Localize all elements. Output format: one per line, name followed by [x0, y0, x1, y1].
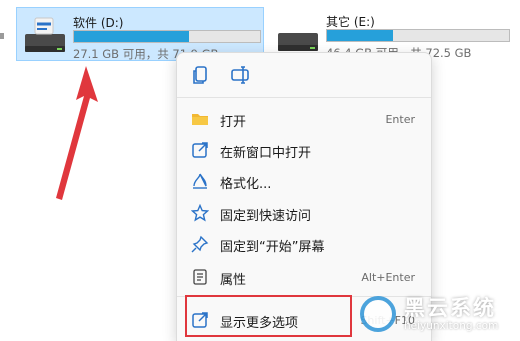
folder-icon	[192, 114, 208, 125]
menu-item-open-new-window[interactable]: 在新窗口中打开	[181, 135, 427, 165]
menu-item-label: 格式化...	[220, 177, 272, 192]
drive-name: 软件 (D:)	[73, 16, 124, 30]
drive-name: 其它 (E:)	[326, 15, 375, 29]
drive-usage-bar	[326, 29, 510, 42]
menu-item-label: 固定到快速访问	[220, 209, 312, 224]
menu-item-pin-quick-access[interactable]: 固定到快速访问	[181, 198, 427, 228]
format-icon	[193, 173, 207, 189]
watermark: 黑云系统 heiyunxitong.com	[356, 290, 520, 341]
highlight-box	[185, 295, 352, 337]
copy-icon	[193, 66, 207, 84]
quick-actions-row	[177, 53, 431, 97]
star-icon	[191, 204, 209, 222]
menu-item-open[interactable]: 打开 Enter	[181, 104, 427, 134]
menu-item-shortcut: Enter	[385, 113, 415, 126]
menu-item-shortcut: Alt+Enter	[361, 271, 415, 284]
drive-usage-fill	[74, 31, 190, 42]
drive-usage-bar	[73, 30, 261, 43]
rename-icon	[231, 66, 249, 84]
menu-separator	[177, 97, 431, 98]
menu-item-label: 固定到“开始”屏幕	[220, 240, 325, 255]
edge-fragment	[0, 33, 4, 39]
menu-item-format[interactable]: 格式化...	[181, 166, 427, 196]
menu-item-pin-start[interactable]: 固定到“开始”屏幕	[181, 229, 427, 259]
open-new-window-icon	[192, 142, 208, 158]
menu-item-properties[interactable]: 属性 Alt+Enter	[181, 262, 427, 292]
properties-icon	[193, 269, 207, 285]
pin-icon	[191, 235, 209, 253]
menu-item-label: 打开	[220, 115, 247, 130]
hard-drive-icon	[278, 33, 318, 51]
watermark-title: 黑云系统	[404, 296, 496, 320]
watermark-url: heiyunxitong.com	[404, 320, 499, 332]
drive-usage-fill	[327, 30, 393, 41]
watermark-logo-icon	[360, 296, 396, 332]
hard-drive-icon	[25, 17, 65, 52]
menu-item-label: 在新窗口中打开	[220, 146, 312, 161]
annotation-arrow	[56, 66, 98, 200]
rename-button[interactable]	[229, 63, 253, 87]
menu-item-label: 属性	[220, 273, 247, 288]
copy-button[interactable]	[189, 63, 213, 87]
